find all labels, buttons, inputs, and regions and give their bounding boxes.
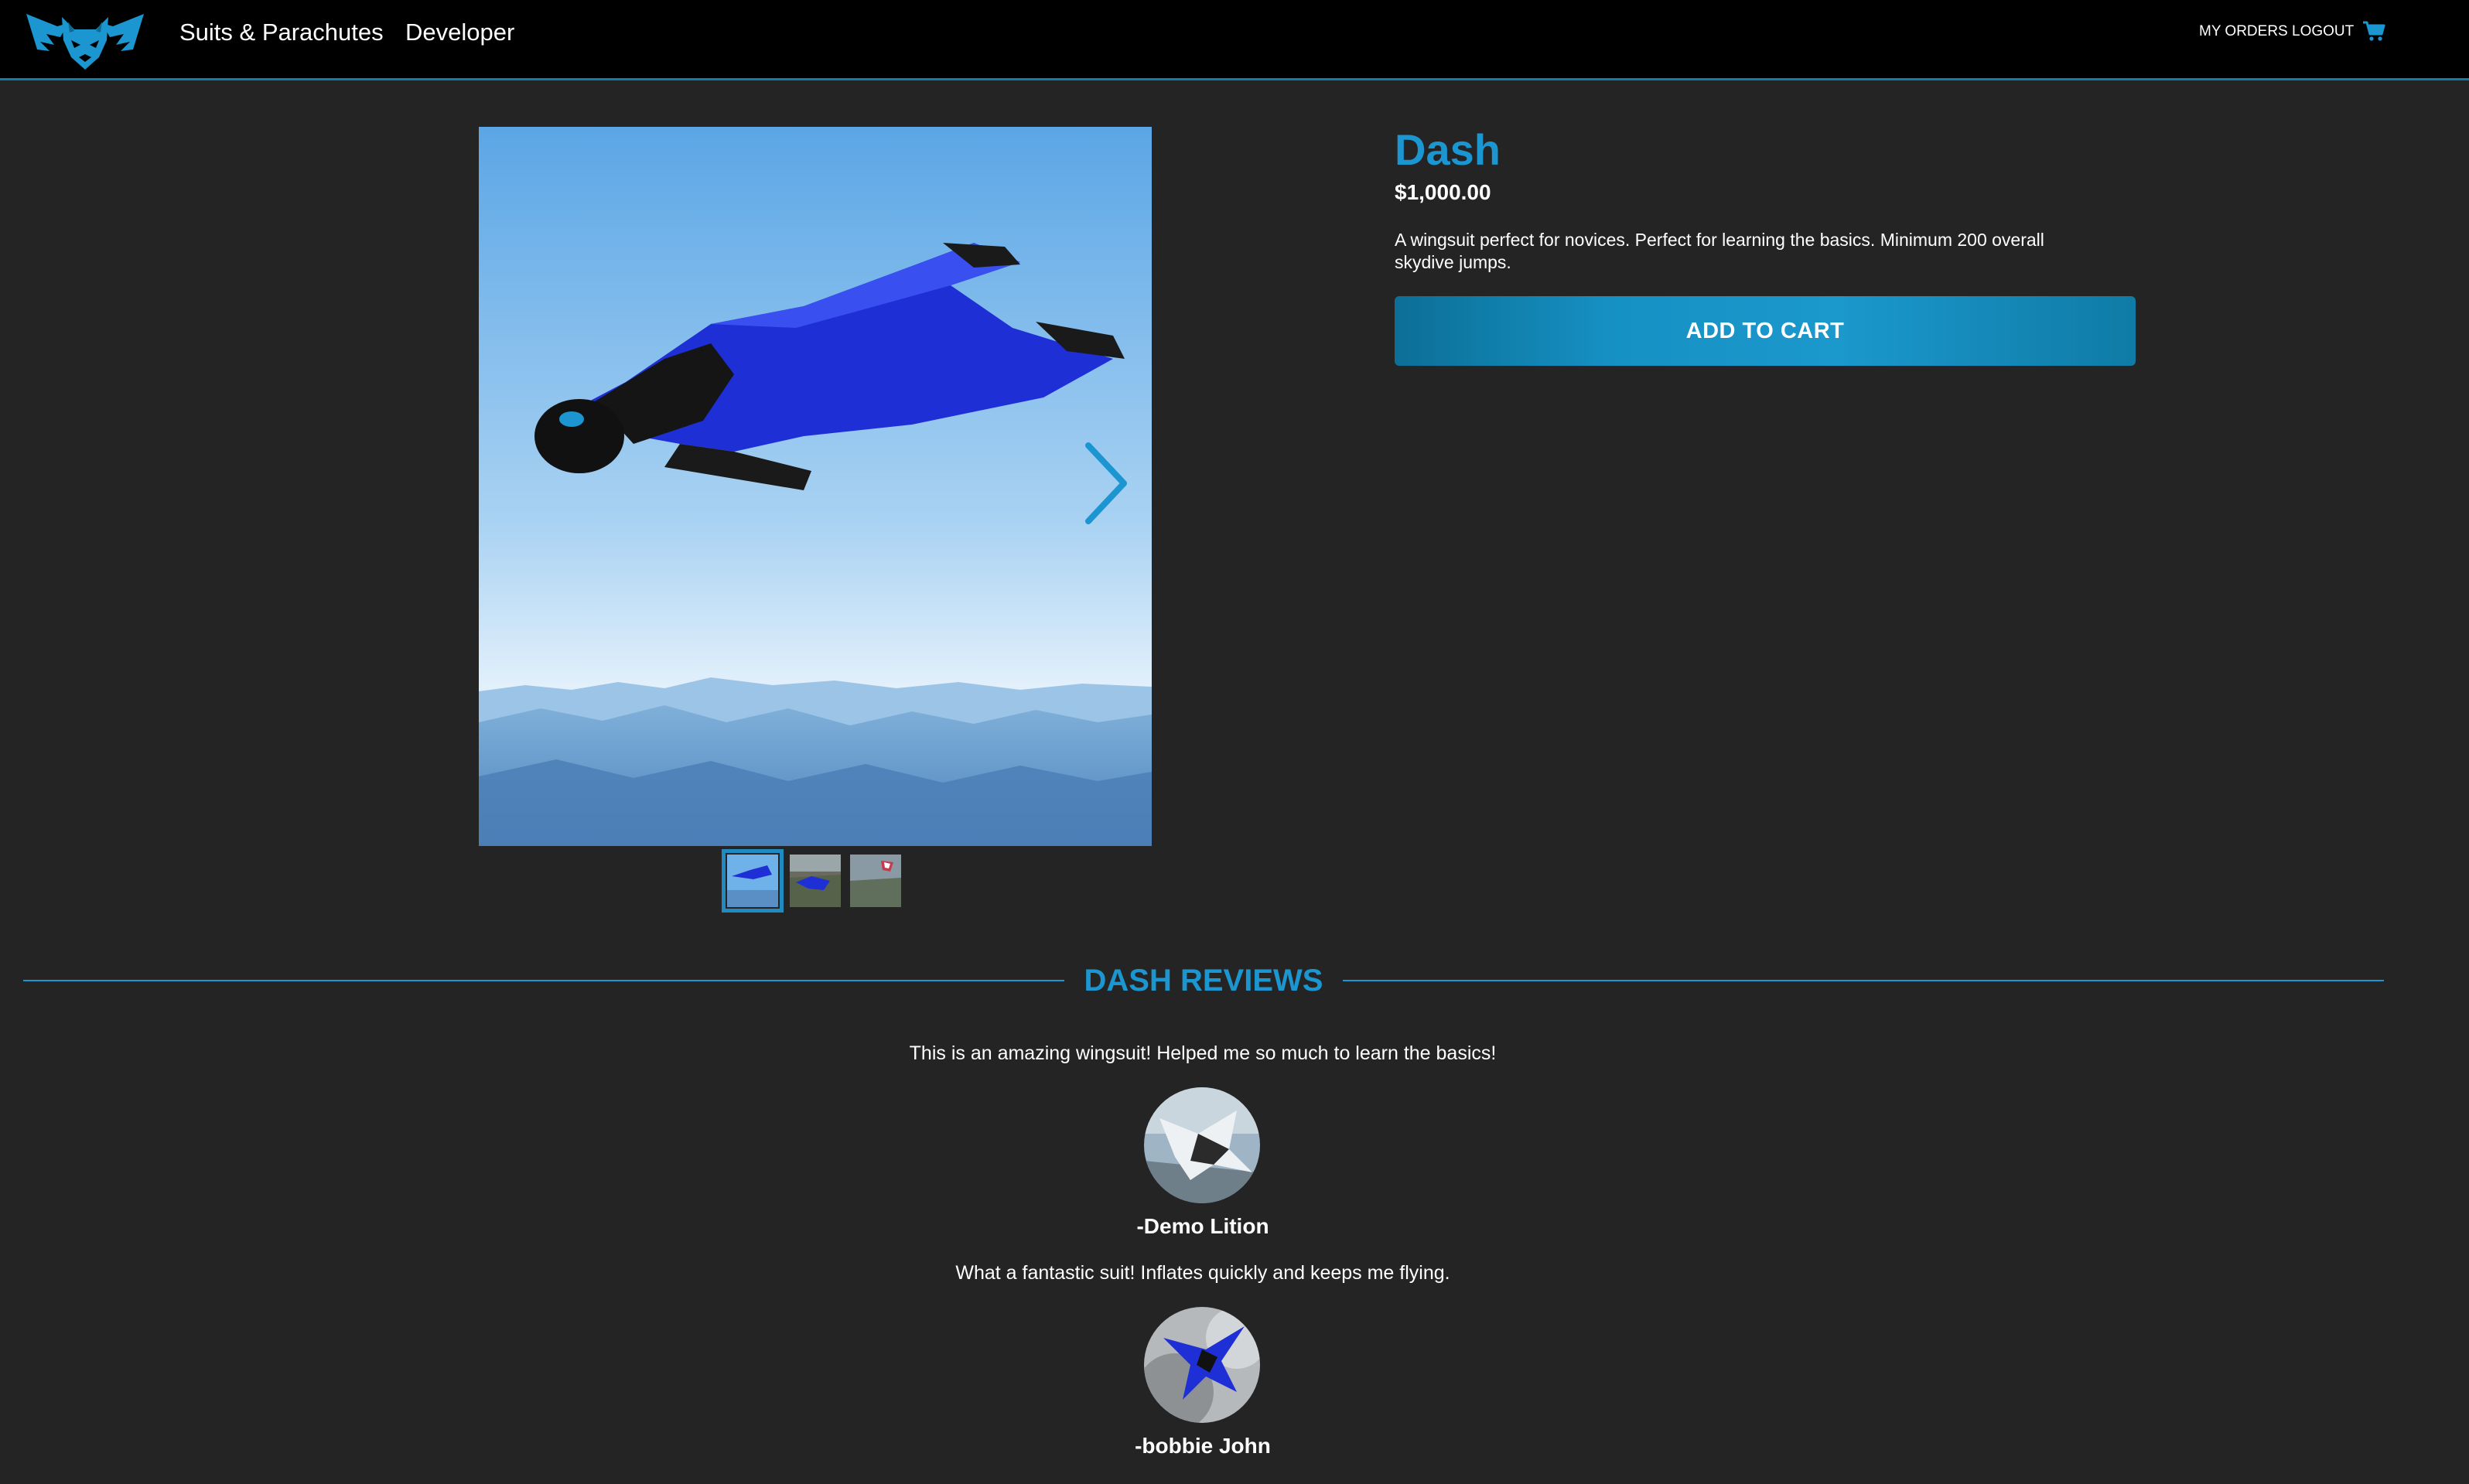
cart-icon[interactable] (2362, 20, 2385, 42)
product-description: A wingsuit perfect for novices. Perfect … (1395, 230, 2044, 272)
nav-link-developer[interactable]: Developer (405, 19, 514, 46)
logout-link[interactable]: LOGOUT (2292, 23, 2354, 40)
nav-link-suits-parachutes[interactable]: Suits & Parachutes (179, 19, 384, 46)
my-orders-link[interactable]: MY ORDERS (2199, 23, 2288, 40)
top-navbar: Suits & Parachutes Developer MY ORDERS L… (0, 0, 2469, 80)
reviews-divider-right (1343, 980, 2384, 981)
product-title: Dash (1395, 125, 1501, 174)
reviewer-avatar (1144, 1307, 1260, 1423)
gallery-thumbnail-1[interactable] (722, 849, 784, 913)
fox-wings-logo-icon[interactable] (23, 3, 147, 76)
reviews-divider-left (23, 980, 1064, 981)
reviewer-name: -bobbie John (1135, 1434, 1271, 1458)
gallery-thumbnail-3[interactable] (850, 855, 901, 907)
reviewer-name: -Demo Lition (1136, 1214, 1269, 1238)
review-text: What a fantastic suit! Inflates quickly … (955, 1262, 1450, 1284)
review-text: This is an amazing wingsuit! Helped me s… (909, 1042, 1497, 1064)
gallery-thumbnail-2[interactable] (790, 855, 841, 907)
chevron-right-icon[interactable] (1079, 441, 1130, 526)
product-price: $1,000.00 (1395, 180, 1491, 204)
product-main-image (479, 127, 1152, 846)
add-to-cart-button[interactable]: ADD TO CART (1395, 296, 2136, 366)
reviewer-avatar (1144, 1087, 1260, 1203)
reviews-heading: DASH REVIEWS (1084, 964, 1323, 998)
